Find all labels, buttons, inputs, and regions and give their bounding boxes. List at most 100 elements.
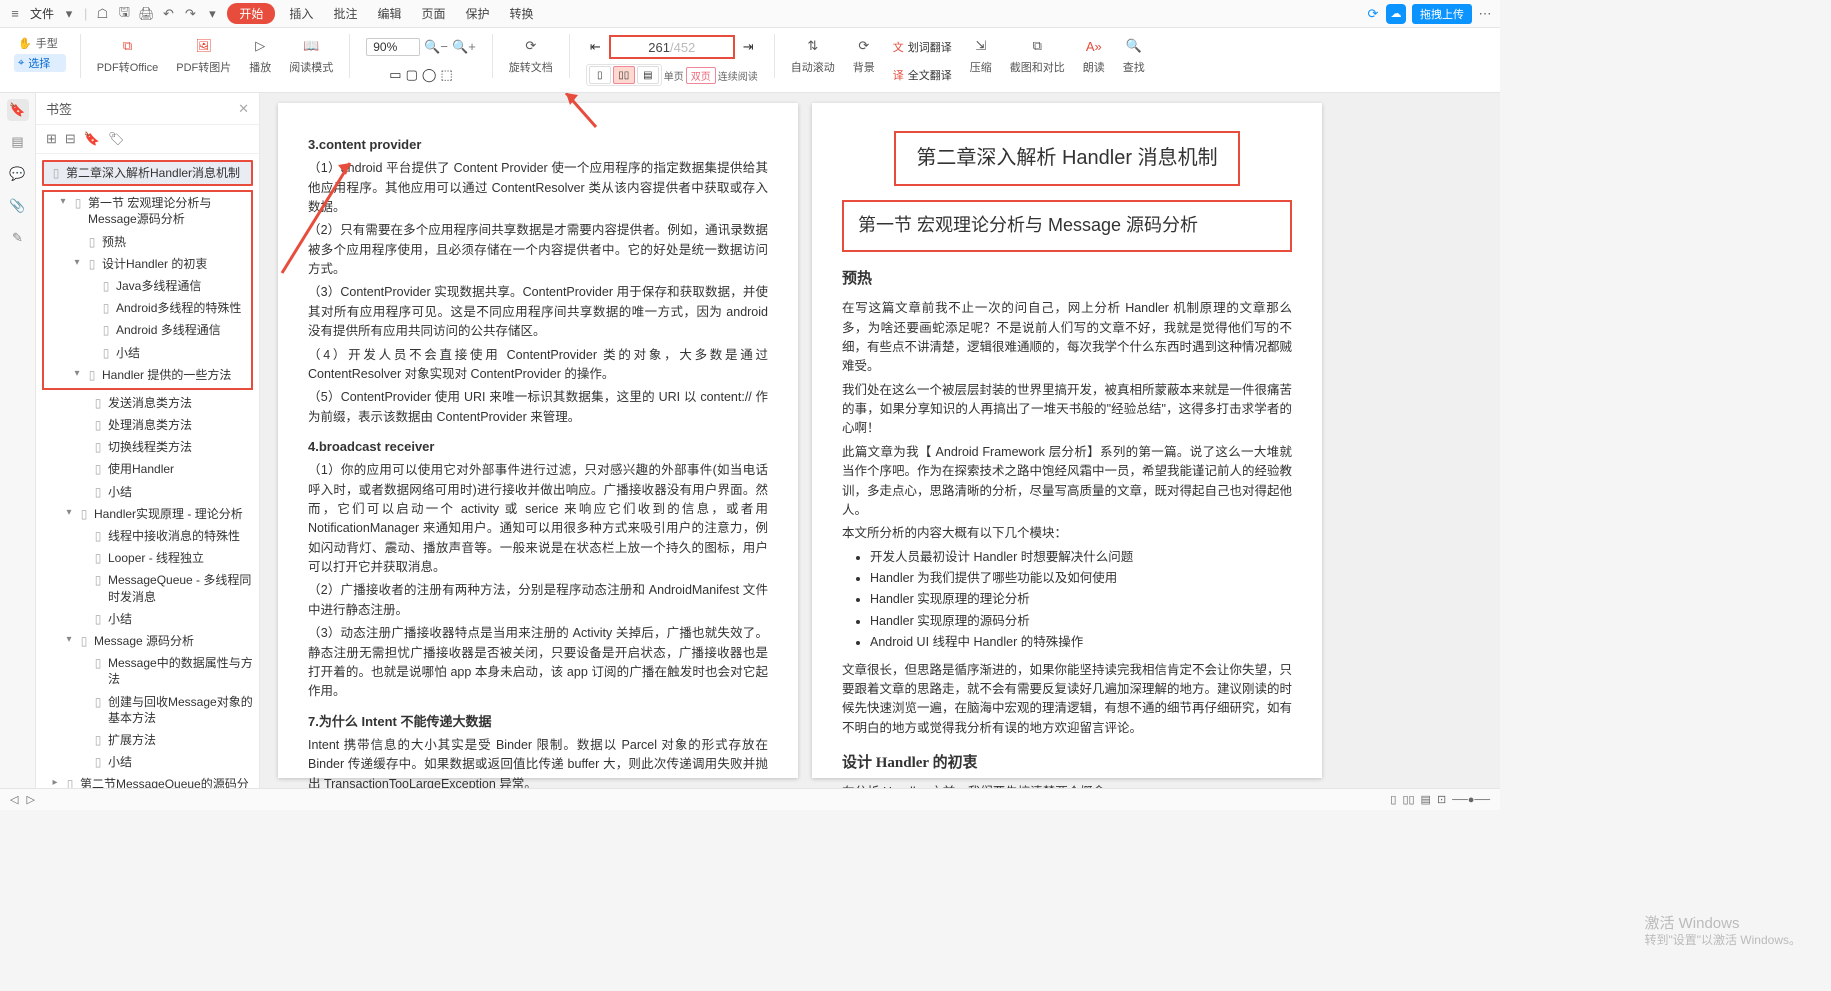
bookmark-panel-icon[interactable]: 🔖 <box>7 99 29 121</box>
drag-upload-tag[interactable]: 拖拽上传 <box>1412 4 1472 24</box>
bookmark-node[interactable]: ▯创建与回收Message对象的基本方法 <box>36 691 259 729</box>
twisty-icon[interactable]: ▾ <box>64 506 74 520</box>
expand-all-icon[interactable]: ⊞ <box>46 131 57 147</box>
read-aloud-button[interactable]: A»朗读 <box>1077 32 1111 78</box>
tab-edit[interactable]: 编辑 <box>371 3 407 24</box>
chevron-down-icon[interactable]: ▾ <box>205 7 219 21</box>
bookmark-node[interactable]: ▯Message中的数据属性与方法 <box>36 652 259 690</box>
fit-page-icon[interactable]: ▢ <box>406 67 418 83</box>
actual-size-icon[interactable]: ◯ <box>422 67 437 83</box>
bookmark-node[interactable]: ▯小结 <box>36 608 259 630</box>
redo-icon[interactable]: ↷ <box>183 7 197 21</box>
save-icon[interactable]: 🖫 <box>117 7 131 21</box>
close-icon[interactable]: ✕ <box>238 101 249 117</box>
bookmark-icon: ▯ <box>86 234 98 250</box>
bookmark-node[interactable]: ▯预热 <box>44 231 251 253</box>
bookmark-node[interactable]: ▾▯第一节 宏观理论分析与Message源码分析 <box>44 192 251 230</box>
bookmark-node[interactable]: ▯处理消息类方法 <box>36 414 259 436</box>
page-number-input[interactable]: 261/452 <box>609 35 735 59</box>
zoom-in-icon[interactable]: 🔍+ <box>452 39 476 55</box>
pdf-to-image-button[interactable]: 🖼PDF转图片 <box>170 32 237 78</box>
bookmark-node[interactable]: ▯Looper - 线程独立 <box>36 547 259 569</box>
document-viewer[interactable]: 3.content provider （1）android 平台提供了 Cont… <box>260 93 1500 788</box>
open-icon[interactable]: ☖ <box>95 7 109 21</box>
select-tool[interactable]: ⌖ 选择 <box>14 54 66 72</box>
fit-width-icon[interactable]: ▭ <box>389 67 401 83</box>
view-double[interactable]: ▯▯ <box>613 66 635 84</box>
bookmark-node[interactable]: ▯小结 <box>36 481 259 503</box>
bookmark-node[interactable]: ▾▯Handler 提供的一些方法 <box>44 364 251 386</box>
twisty-icon[interactable]: ▾ <box>64 633 74 647</box>
read-mode-button[interactable]: 📖阅读模式 <box>283 32 339 78</box>
find-button[interactable]: 🔍查找 <box>1117 32 1151 78</box>
bookmark-node[interactable]: ▯MessageQueue - 多线程同时发消息 <box>36 569 259 607</box>
background-button[interactable]: ⟳背景 <box>847 32 881 78</box>
comment-panel-icon[interactable]: 💬 <box>7 163 29 185</box>
bookmark-node[interactable]: ▾▯设计Handler 的初衷 <box>44 253 251 275</box>
bookmark-node[interactable]: ▾▯Handler实现原理 - 理论分析 <box>36 503 259 525</box>
cloud-icon[interactable]: ☁ <box>1386 4 1406 24</box>
menu-icon[interactable]: ≡ <box>8 7 22 21</box>
tab-page[interactable]: 页面 <box>415 3 451 24</box>
view-single[interactable]: ▯ <box>589 66 611 84</box>
bookmark-node-selected[interactable]: ▯ 第二章深入解析Handler消息机制 <box>44 162 251 184</box>
bookmark-node[interactable]: ▯小结 <box>44 342 251 364</box>
next-page-icon[interactable]: ▷ <box>26 793 34 806</box>
bookmark-node[interactable]: ▾▯Message 源码分析 <box>36 630 259 652</box>
tab-insert[interactable]: 插入 <box>283 3 319 24</box>
pdf-to-office-button[interactable]: ⧉PDF转Office <box>91 32 165 78</box>
rotate-button[interactable]: ⟳旋转文档 <box>503 32 559 78</box>
auto-scroll-button[interactable]: ⇅自动滚动 <box>785 32 841 78</box>
bookmark-node[interactable]: ▯线程中接收消息的特殊性 <box>36 525 259 547</box>
bookmark-node[interactable]: ▯Android 多线程通信 <box>44 319 251 341</box>
last-page-icon[interactable]: ⇥ <box>743 39 754 55</box>
twisty-icon[interactable]: ▾ <box>72 256 82 270</box>
tab-protect[interactable]: 保护 <box>459 3 495 24</box>
compare-button[interactable]: ⧉截图和对比 <box>1004 32 1071 78</box>
collapse-all-icon[interactable]: ⊟ <box>65 131 76 147</box>
hand-tool[interactable]: ✋ 手型 <box>14 34 66 52</box>
add-bookmark-icon[interactable]: 🔖 <box>84 131 100 147</box>
print-icon[interactable]: 🖨 <box>139 7 153 21</box>
file-menu[interactable]: 文件 <box>30 5 54 22</box>
twisty-icon[interactable]: ▾ <box>72 367 82 381</box>
tab-convert[interactable]: 转换 <box>504 3 540 24</box>
thumbnail-panel-icon[interactable]: ▤ <box>7 131 29 153</box>
compress-button[interactable]: ⇲压缩 <box>964 32 998 78</box>
tab-annotate[interactable]: 批注 <box>327 3 363 24</box>
bookmark-node[interactable]: ▯Android多线程的特殊性 <box>44 297 251 319</box>
signature-panel-icon[interactable]: ✎ <box>7 227 29 249</box>
view-cont[interactable]: ▤ <box>637 66 659 84</box>
status-view-icon[interactable]: ▯ <box>1390 793 1396 806</box>
status-view-icon[interactable]: ▯▯ <box>1402 793 1414 806</box>
twisty-icon[interactable]: ▾ <box>58 195 68 209</box>
list-item: Android UI 线程中 Handler 的特殊操作 <box>870 633 1292 652</box>
more-icon[interactable]: ⋯ <box>1478 7 1492 21</box>
attachment-panel-icon[interactable]: 📎 <box>7 195 29 217</box>
chevron-down-icon[interactable]: ▾ <box>62 7 76 21</box>
bookmark-node[interactable]: ▸▯第二节MessageQueue的源码分析 <box>36 773 259 788</box>
bookmarks-tree[interactable]: ▯ 第二章深入解析Handler消息机制 ▾▯第一节 宏观理论分析与Messag… <box>36 154 259 788</box>
bookmark-node[interactable]: ▯扩展方法 <box>36 729 259 751</box>
prev-page-icon[interactable]: ◁ <box>10 793 18 806</box>
twisty-icon[interactable]: ▸ <box>50 776 60 788</box>
play-button[interactable]: ▷播放 <box>243 32 277 78</box>
bookmark-node[interactable]: ▯切换线程类方法 <box>36 436 259 458</box>
zoom-out-icon[interactable]: 🔍− <box>424 39 448 55</box>
zoom-select[interactable]: 90% <box>366 38 420 56</box>
zoom-slider[interactable]: ──●── <box>1452 794 1490 806</box>
bookmark-node[interactable]: ▯发送消息类方法 <box>36 392 259 414</box>
status-view-icon[interactable]: ▤ <box>1421 793 1431 806</box>
bookmark-node[interactable]: ▯小结 <box>36 751 259 773</box>
bookmark-node[interactable]: ▯Java多线程通信 <box>44 275 251 297</box>
status-fit-icon[interactable]: ⊡ <box>1437 793 1446 806</box>
tab-start[interactable]: 开始 <box>227 3 275 24</box>
undo-icon[interactable]: ↶ <box>161 7 175 21</box>
bookmark-icon: ▯ <box>100 278 112 294</box>
bookmark-options-icon[interactable]: 🏷 <box>108 131 125 147</box>
first-page-icon[interactable]: ⇤ <box>590 39 601 55</box>
cloud-sync-icon[interactable]: ⟳ <box>1366 7 1380 21</box>
fit-height-icon[interactable]: ⬚ <box>440 67 452 83</box>
bookmark-node[interactable]: ▯使用Handler <box>36 458 259 480</box>
bookmark-label: Java多线程通信 <box>116 278 201 294</box>
